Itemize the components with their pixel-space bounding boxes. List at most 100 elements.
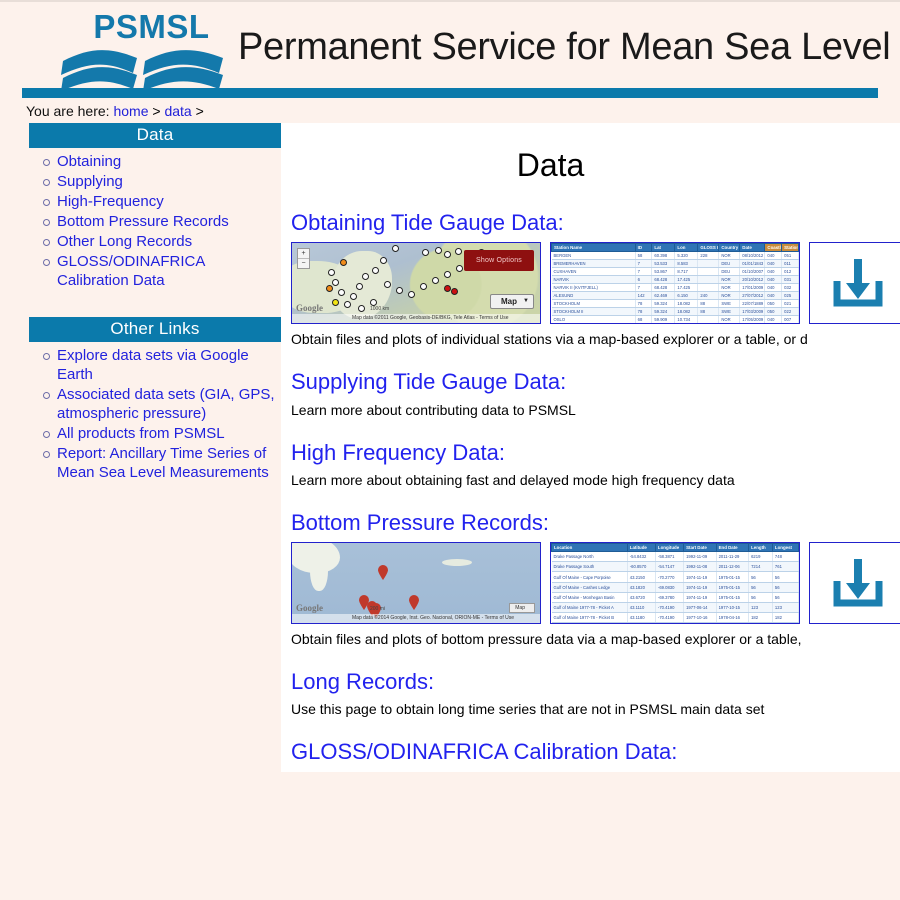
sidebar-item-label[interactable]: Report: Ancillary Time Series of Mean Se… [57, 445, 269, 481]
sidebar-item-associated-data-sets[interactable]: Associated data sets (GIA, GPS, atmosphe… [39, 385, 281, 424]
sidebar-item-label[interactable]: All products from PSMSL [57, 425, 225, 442]
sidebar-item-label[interactable]: Explore data sets via Google Earth [57, 347, 249, 383]
sidebar-item-label[interactable]: Supplying [57, 173, 123, 190]
table-row[interactable]: NARVIK II (KVITFJELL) 7 68.428 17.425 NOR 17/… [551, 283, 799, 293]
col-longitude[interactable]: Longitude [654, 543, 685, 553]
col-latitude[interactable]: Latitude [626, 543, 656, 553]
sidebar-item-google-earth[interactable]: Explore data sets via Google Earth [39, 346, 281, 385]
cell: 88 [697, 307, 720, 317]
map-zoom-control[interactable]: + − [297, 248, 310, 270]
table-row[interactable]: Gulf of Maine 1977-78 - Picket A 43.1110-… [551, 602, 799, 614]
col-lon[interactable]: Lon [674, 243, 699, 253]
cell: 53.867 [651, 267, 676, 277]
station-marker-red[interactable] [444, 285, 451, 293]
section-heading: Long Records: [291, 669, 435, 695]
col-id[interactable]: ID [634, 243, 653, 253]
col-longest[interactable]: Longest [771, 543, 799, 553]
cell: 1974-11-19 [683, 571, 717, 583]
sidebar-item-obtaining[interactable]: Obtaining [39, 152, 281, 172]
bpr-download-thumbnail[interactable] [809, 542, 900, 625]
tide-gauge-table-thumbnail[interactable]: Station Name ID Lat Lon GLOSS ID Country… [550, 242, 800, 325]
sidebar-item-gloss-odinafrica[interactable]: GLOSS/ODINAFRICA Calibration Data [39, 252, 281, 291]
site-title: Permanent Service for Mean Sea Level [238, 26, 891, 68]
station-marker[interactable] [420, 283, 427, 291]
table-row[interactable]: STOCKHOLM 78 59.324 18.082 88 SWE 22/07/1889 05… [551, 299, 799, 309]
map-pin-icon[interactable] [377, 565, 389, 581]
bpr-table-thumbnail[interactable]: Location Latitude Longitude Start Date E… [550, 542, 800, 625]
table-row[interactable]: ALESUND 142 62.469 6.150 240 NOR 27/07/2012 040… [551, 291, 799, 301]
col-lat[interactable]: Lat [651, 243, 676, 253]
cell: 56 [772, 582, 799, 593]
table-row[interactable]: Gulf Of Maine - Monhegan Basin 43.6720 -69… [551, 592, 799, 603]
col-location[interactable]: Location [551, 543, 628, 553]
cell: 17.425 [674, 275, 699, 285]
col-station[interactable]: Station [781, 243, 799, 253]
table-row[interactable]: STOCKHOLM II 78 59.324 18.082 88 SWE 17/03/200… [551, 307, 799, 317]
sidebar-item-label[interactable]: High-Frequency [57, 193, 164, 210]
station-marker[interactable] [392, 245, 399, 253]
breadcrumb: You are here: home > data > [0, 98, 900, 123]
col-end-date[interactable]: End Date [715, 543, 750, 553]
sidebar-item-label[interactable]: Associated data sets (GIA, GPS, atmosphe… [57, 386, 275, 422]
cell: ALESUND [551, 291, 636, 301]
table-row[interactable]: BREMERHAVEN 7 53.533 8.583 DEU 01/01/1843 040 0… [551, 259, 799, 269]
sidebar-item-other-long-records[interactable]: Other Long Records [39, 232, 281, 252]
sidebar-item-supplying[interactable]: Supplying [39, 172, 281, 192]
breadcrumb-link-data[interactable]: data [164, 103, 191, 119]
col-station-name[interactable]: Station Name [551, 243, 636, 253]
section-description: Obtain files and plots of individual sta… [291, 331, 808, 348]
table-row[interactable]: Gulf of Maine 1977-78 - Picket B 43.1180-… [551, 612, 799, 624]
breadcrumb-link-home[interactable]: home [113, 103, 148, 119]
station-marker-red[interactable] [451, 288, 458, 296]
table-row[interactable]: Gulf Of Maine - Cape Porpoise 43.2150 -70.… [551, 571, 799, 583]
station-marker[interactable] [432, 277, 439, 285]
table-row[interactable]: Drake Passage South -60.8570 -54.7147 1992-… [551, 561, 799, 573]
station-marker[interactable] [396, 287, 403, 295]
map-pin-icon[interactable] [408, 595, 420, 611]
cell: -69.3780 [655, 592, 685, 603]
map-type-select[interactable]: Map [509, 603, 535, 614]
sidebar-item-ancillary-report[interactable]: Report: Ancillary Time Series of Mean Se… [39, 444, 281, 483]
table-row[interactable]: Drake Passage North -54.8432 -58.3871 1992-… [551, 551, 799, 563]
col-coastline[interactable]: Coastline [764, 243, 783, 253]
station-marker[interactable] [422, 249, 429, 257]
psmsl-logo[interactable]: PSMSL [55, 8, 230, 91]
sidebar-item-label[interactable]: Obtaining [57, 153, 121, 170]
sidebar-item-all-products[interactable]: All products from PSMSL [39, 424, 281, 444]
station-marker[interactable] [435, 247, 442, 255]
station-marker[interactable] [455, 248, 462, 256]
sidebar-item-bottom-pressure-records[interactable]: Bottom Pressure Records [39, 212, 281, 232]
col-date[interactable]: Date [739, 243, 766, 253]
cell: 1977-10-15 [716, 602, 750, 614]
cell: NOR [718, 251, 741, 261]
tide-gauge-map-thumbnail[interactable]: + − Show Options Map ▼ Google 1000 km Ma… [291, 242, 541, 325]
station-marker[interactable] [456, 265, 463, 273]
table-row[interactable]: NARVIK 6 68.428 17.425 NOR 20/10/2012 040 031 [551, 275, 799, 285]
sidebar-item-label[interactable]: GLOSS/ODINAFRICA Calibration Data [57, 253, 205, 289]
col-length[interactable]: Length [748, 543, 773, 553]
download-icon[interactable] [810, 243, 900, 324]
table-row[interactable]: Gulf Of Maine - Cashes Ledge 43.1820 -69.0… [551, 582, 799, 593]
col-gloss-id[interactable]: GLOSS ID [697, 243, 720, 253]
bpr-map-thumbnail[interactable]: Map Google 200 mi Map data ©2014 Google,… [291, 542, 541, 625]
zoom-out-button[interactable]: − [298, 258, 309, 268]
col-country[interactable]: Country [718, 243, 741, 253]
download-icon[interactable] [810, 543, 900, 624]
table-row[interactable]: OSLO 68 59.909 10.734 NOR 17/05/2009 040 007 [551, 315, 799, 324]
station-marker[interactable] [444, 271, 451, 279]
show-options-button[interactable]: Show Options [464, 250, 534, 272]
cell: 56 [772, 592, 799, 603]
map-type-select[interactable]: Map ▼ [490, 294, 534, 310]
col-start-date[interactable]: Start Date [683, 543, 717, 553]
sidebar-item-label[interactable]: Other Long Records [57, 233, 192, 250]
table-row[interactable]: BERGEN 58 60.398 5.320 228 NOR 08/10/2012 040 05… [551, 251, 799, 261]
station-marker[interactable] [408, 291, 415, 299]
table-row[interactable]: CUXHAVEN 7 53.867 8.717 DEU 01/10/2007 040 012 [551, 267, 799, 277]
zoom-in-button[interactable]: + [298, 249, 309, 258]
sidebar-item-label[interactable]: Bottom Pressure Records [57, 213, 229, 230]
sidebar-item-high-frequency[interactable]: High-Frequency [39, 192, 281, 212]
tide-gauge-download-thumbnail[interactable] [809, 242, 900, 325]
cell: 08/10/2012 [739, 251, 766, 261]
station-marker[interactable] [444, 251, 451, 259]
cell [697, 283, 720, 293]
